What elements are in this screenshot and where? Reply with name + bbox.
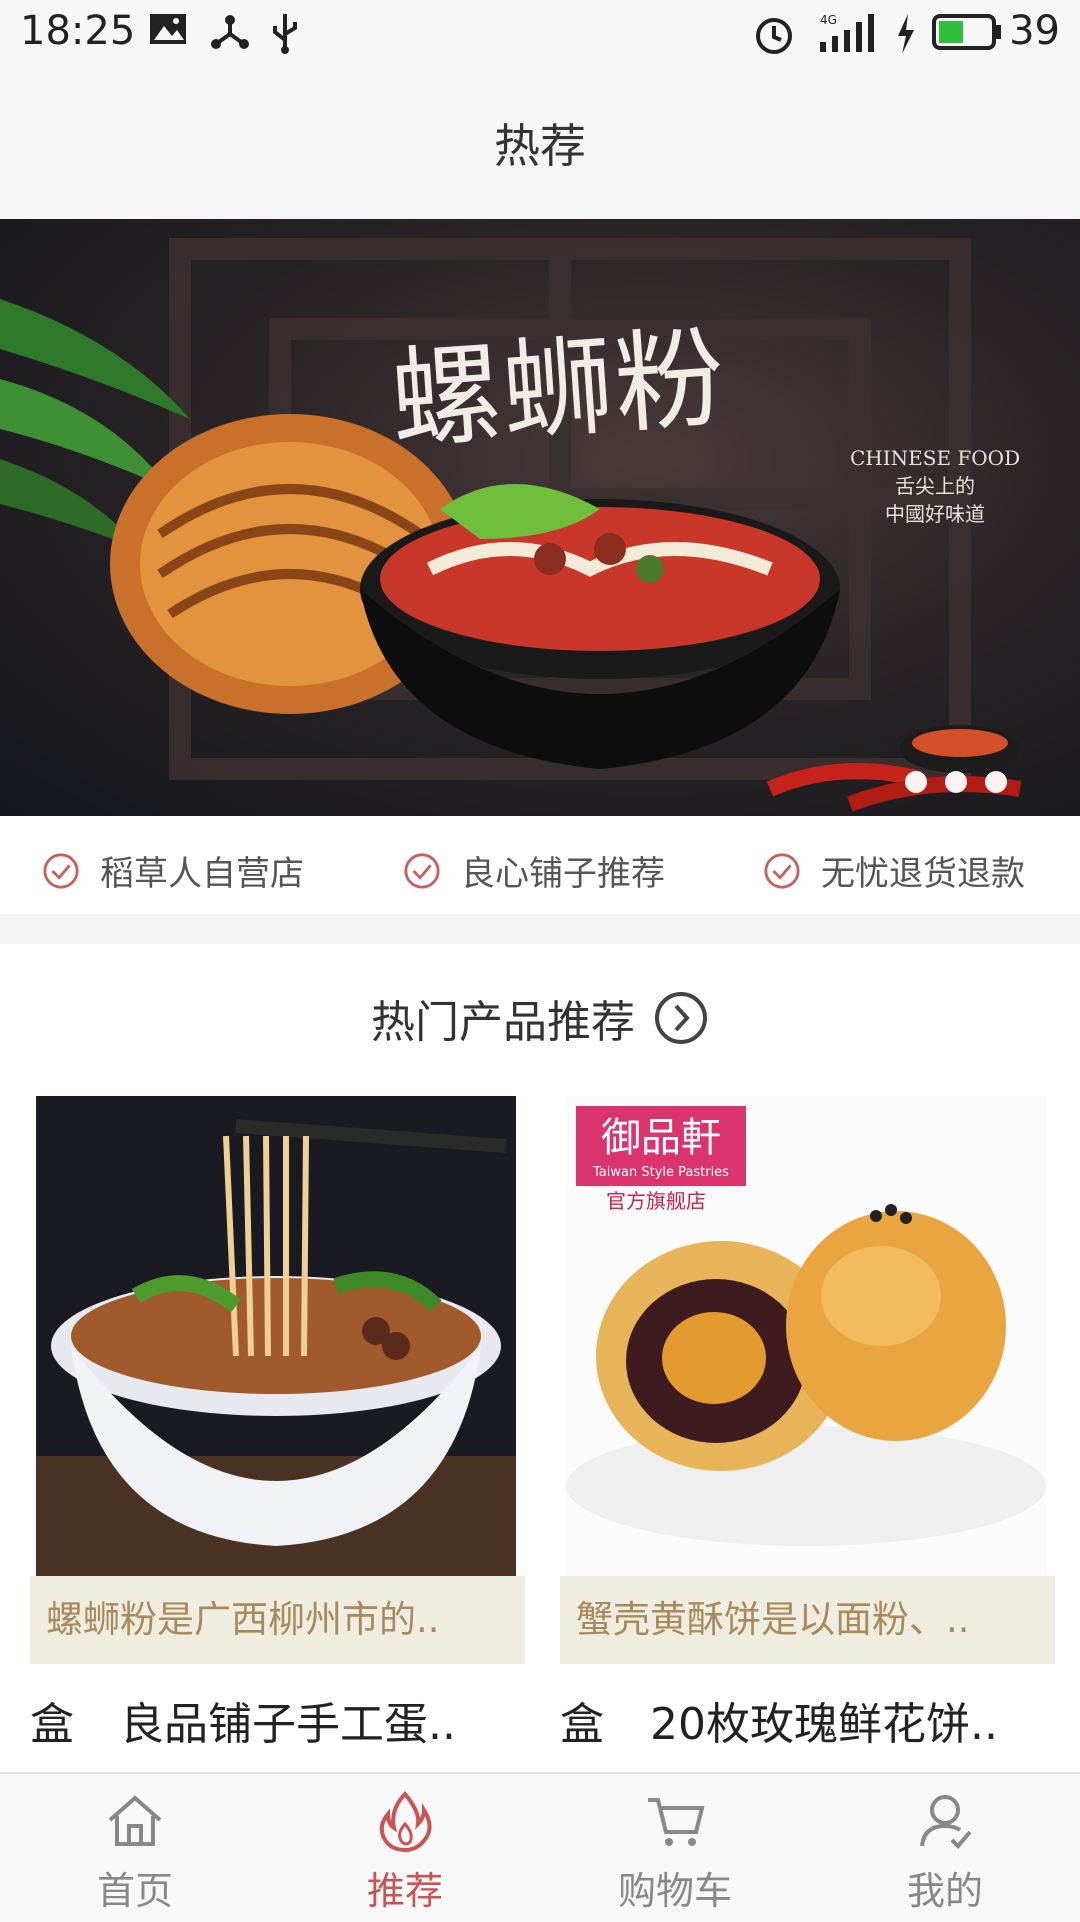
- svg-text:4G: 4G: [820, 13, 837, 27]
- user-icon: [920, 1795, 972, 1849]
- battery-percent: 39: [1009, 8, 1060, 54]
- pager-dot[interactable]: [905, 771, 927, 793]
- banner-title: 螺蛳粉: [386, 313, 731, 465]
- chili-decoration: [766, 725, 1022, 812]
- banner-pager[interactable]: [905, 771, 1007, 793]
- brand-name: 御品軒: [601, 1115, 721, 1161]
- product-name: 盒 20枚玫瑰鲜花饼..: [560, 1688, 998, 1752]
- feature-label: 良心铺子推荐: [461, 854, 665, 894]
- tab-mine[interactable]: 我的: [810, 1774, 1080, 1922]
- home-icon: [108, 1795, 162, 1846]
- tab-label: 购物车: [617, 1869, 732, 1913]
- tab-label: 推荐: [366, 1869, 443, 1913]
- share-network-icon: [211, 15, 249, 49]
- product-name: 盒良品铺子手工蛋..: [30, 1688, 456, 1752]
- product-title: 良品铺子手工蛋..: [120, 1699, 456, 1750]
- section-header[interactable]: 热门产品推荐: [0, 986, 1080, 1050]
- check-circle-icon: [404, 852, 440, 889]
- status-time: 18:25: [20, 8, 136, 54]
- tab-recommend[interactable]: 推荐: [270, 1774, 540, 1922]
- page-title-bar: 热荐: [0, 68, 1080, 218]
- product-card[interactable]: 螺蛳粉是广西柳州市的.. 盒良品铺子手工蛋..: [15, 1096, 535, 1776]
- section-title: 热门产品推荐: [371, 997, 635, 1048]
- alarm-icon: [756, 18, 792, 54]
- product-image[interactable]: 御品軒 Taiwan Style Pastries 官方旗舰店: [566, 1096, 1046, 1576]
- cart-icon: [648, 1798, 705, 1846]
- product-image[interactable]: [36, 1096, 516, 1576]
- banner-subtitle: CHINESE FOOD 舌尖上的 中國好味道: [850, 446, 1021, 526]
- product-title: 20枚玫瑰鲜花饼..: [650, 1699, 998, 1750]
- feature-label: 无忧退货退款: [821, 854, 1025, 894]
- feature-label: 稻草人自营店: [100, 854, 304, 894]
- tab-cart[interactable]: 购物车: [540, 1774, 810, 1922]
- tab-label: 首页: [96, 1869, 173, 1913]
- brand-subtitle: Taiwan Style Pastries: [592, 1165, 729, 1180]
- tab-label: 我的: [906, 1869, 983, 1913]
- battery-icon: [932, 14, 1001, 50]
- promo-banner[interactable]: 螺蛳粉 CHINESE FOOD 舌尖上的 中國好味道: [0, 219, 1080, 816]
- pager-dot[interactable]: [985, 771, 1007, 793]
- chevron-right-circle-icon[interactable]: [653, 990, 709, 1046]
- product-unit: 盒: [560, 1699, 604, 1750]
- feature-item: 稻草人自营店: [42, 846, 304, 895]
- check-circle-icon: [764, 852, 800, 889]
- charging-icon: [898, 14, 914, 54]
- page-title: 热荐: [494, 119, 586, 173]
- product-card[interactable]: 御品軒 Taiwan Style Pastries 官方旗舰店 蟹壳黄酥饼是以面…: [545, 1096, 1065, 1776]
- product-description: 螺蛳粉是广西柳州市的..: [30, 1576, 525, 1664]
- image-notification-icon: [150, 14, 186, 44]
- check-circle-icon: [43, 852, 79, 889]
- feature-item: 良心铺子推荐: [403, 846, 665, 895]
- hot-products-section: 热门产品推荐 螺蛳粉是广西柳州市的.. 盒良品铺子手工蛋.. 御品軒 Taiwa…: [0, 944, 1080, 1776]
- bottom-tab-bar: 首页 推荐 购物车 我的: [0, 1772, 1080, 1922]
- product-unit: 盒: [30, 1699, 74, 1750]
- flame-icon: [379, 1790, 432, 1853]
- pager-dot[interactable]: [945, 771, 967, 793]
- product-description: 蟹壳黄酥饼是以面粉、..: [560, 1576, 1055, 1664]
- status-bar: 18:25 4G 39: [0, 0, 1080, 68]
- usb-icon: [273, 14, 297, 54]
- brand-store-label: 官方旗舰店: [606, 1189, 706, 1213]
- service-features: 稻草人自营店 良心铺子推荐 无忧退货退款: [0, 816, 1080, 914]
- tab-home[interactable]: 首页: [0, 1774, 270, 1922]
- signal-icon: 4G: [820, 13, 874, 52]
- feature-item: 无忧退货退款: [763, 846, 1025, 895]
